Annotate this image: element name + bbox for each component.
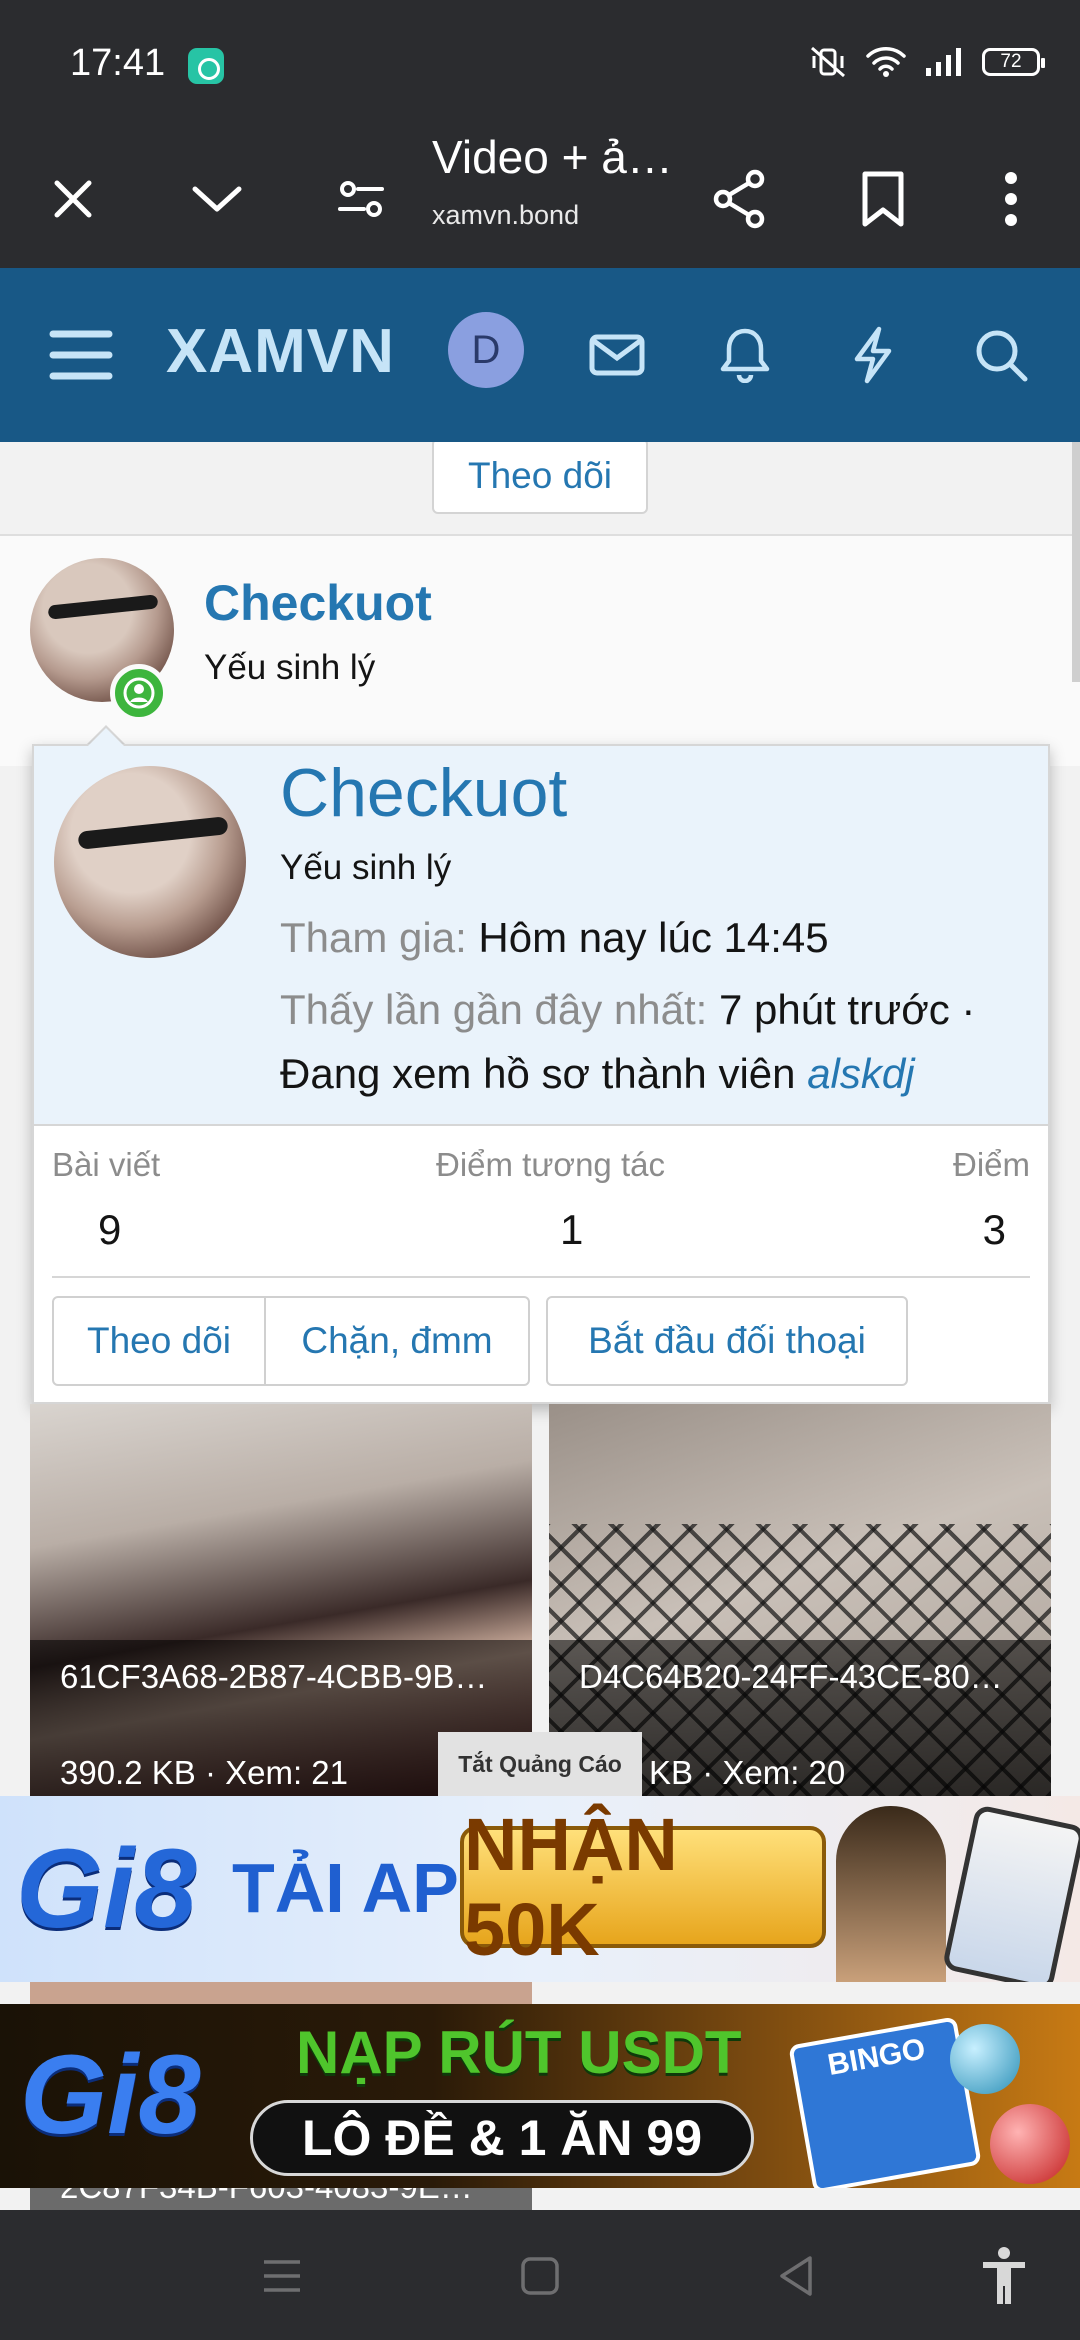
messages-button[interactable]: [574, 312, 660, 398]
user-icon: [123, 677, 155, 709]
browser-toolbar: Video + ả… xamvn.bond: [0, 130, 1080, 268]
scrollbar[interactable]: [1072, 442, 1080, 682]
notification-app-icon: [188, 48, 224, 84]
search-icon: [976, 330, 1028, 382]
vibrate-mute-icon: [811, 46, 845, 78]
more-menu-button[interactable]: [968, 156, 1054, 242]
back-button[interactable]: [764, 2244, 828, 2308]
stat-value-posts: 9: [98, 1206, 122, 1253]
whats-new-button[interactable]: [830, 312, 916, 398]
chevron-down-icon: [192, 186, 242, 212]
tooltip-avatar[interactable]: [54, 766, 246, 958]
ad-ball: [950, 2024, 1020, 2094]
recents-button[interactable]: [250, 2244, 314, 2308]
ad-text: NẠP RÚT USDT: [296, 2019, 742, 2086]
tile-filename[interactable]: 61CF3A68-2B87-4CBB-9B…: [60, 1658, 487, 1696]
site-header: XAMVN: [0, 268, 1080, 442]
tooltip-member-name[interactable]: Checkuot: [280, 754, 567, 832]
home-button[interactable]: [508, 2244, 572, 2308]
online-status-badge: [110, 664, 168, 722]
ad-pill: LÔ ĐỀ & 1 ĂN 99: [250, 2100, 754, 2176]
ad-brand-logo: Gi8: [16, 1826, 197, 1951]
bolt-icon: [854, 326, 892, 384]
follow-button[interactable]: Theo dõi: [52, 1296, 266, 1386]
ad-phone-image: [941, 1804, 1080, 1982]
last-seen-value: 7 phút trước ·: [718, 986, 976, 1033]
recents-icon: [264, 2260, 300, 2292]
member-name[interactable]: Checkuot: [204, 574, 432, 632]
media-tile-strip: 2C87F34B-F603-4083-9E…: [30, 2188, 532, 2210]
joined-value: Hôm nay lúc 14:45: [478, 914, 829, 961]
collapse-button[interactable]: [174, 156, 260, 242]
member-tooltip: Checkuot Yếu sinh lý Tham gia: Hôm nay l…: [32, 744, 1050, 1404]
media-tile-strip: [30, 1982, 532, 2004]
activity-text: Đang xem hồ sơ thành viên: [280, 1050, 796, 1097]
more-vert-icon: [1005, 172, 1017, 226]
ad-brand-logo: Gi8: [20, 2032, 201, 2157]
hamburger-icon: [49, 330, 113, 380]
last-seen-row: Thấy lần gần đây nhất: 7 phút trước ·: [280, 986, 975, 1034]
stat-value-reactions: 1: [560, 1206, 584, 1253]
page-title[interactable]: Video + ả…: [432, 130, 673, 184]
ad-ball: [990, 2104, 1070, 2184]
wifi-icon: [866, 47, 906, 77]
tune-icon: [338, 181, 384, 217]
member-title: Yếu sinh lý: [204, 648, 376, 687]
tooltip-header: Checkuot Yếu sinh lý Tham gia: Hôm nay l…: [34, 746, 1048, 1126]
joined-row: Tham gia: Hôm nay lúc 14:45: [280, 914, 829, 962]
status-icons: 72: [808, 44, 1045, 80]
block-button[interactable]: Chặn, đmm: [264, 1296, 530, 1386]
site-logo[interactable]: XAMVN: [166, 316, 395, 387]
ad-bingo-card: BINGO: [788, 2016, 982, 2188]
joined-label: Tham gia:: [280, 914, 467, 961]
activity-link[interactable]: alskdj: [807, 1050, 914, 1097]
tile-filename[interactable]: 2C87F34B-F603-4083-9E…: [60, 2188, 473, 2206]
ad-highlight: NHẬN 50K: [460, 1803, 826, 1971]
share-icon: [713, 169, 765, 229]
start-conversation-button[interactable]: Bắt đầu đối thoại: [546, 1296, 908, 1386]
ad-banner-1[interactable]: Gi8 TẢI APP NHẬN 50K: [0, 1796, 1080, 1982]
follow-button-top[interactable]: Theo dõi: [432, 442, 648, 514]
member-row: Checkuot Yếu sinh lý: [0, 536, 1080, 766]
bookmark-icon: [862, 171, 904, 227]
member-stats: Bài viết 9 Điểm tương tác 1 Điểm 3: [52, 1146, 1030, 1256]
accessibility-icon: [983, 2247, 1025, 2304]
tile-meta: 390.2 KB · Xem: 21: [60, 1754, 348, 1791]
stat-value-points: 3: [982, 1206, 1006, 1253]
status-bar: 17:41 72: [0, 0, 1080, 130]
tile-meta: KB · Xem: 20: [649, 1754, 846, 1791]
hide-ads-button[interactable]: Tắt Quảng Cáo: [438, 1732, 642, 1796]
status-time: 17:41: [70, 42, 166, 84]
share-button[interactable]: [696, 156, 782, 242]
stat-label-posts: Bài viết: [52, 1146, 161, 1183]
menu-button[interactable]: [38, 312, 124, 398]
tile-filename[interactable]: D4C64B20-24FF-43CE-80…: [579, 1658, 1003, 1696]
site-settings-button[interactable]: [318, 156, 404, 242]
back-icon: [780, 2256, 812, 2296]
battery-icon: 72: [982, 48, 1045, 76]
mail-icon: [589, 334, 645, 376]
stat-label-points: Điểm: [952, 1146, 1030, 1183]
ad-model-image: [836, 1806, 946, 1982]
ad-banner-2[interactable]: Gi8 NẠP RÚT USDT LÔ ĐỀ & 1 ĂN 99 BINGO: [0, 2004, 1080, 2188]
system-nav-bar: [0, 2210, 1080, 2340]
bell-icon: [720, 328, 770, 383]
accessibility-button[interactable]: [972, 2244, 1036, 2308]
close-icon: [54, 180, 92, 218]
bookmark-button[interactable]: [840, 156, 926, 242]
tooltip-member-title: Yếu sinh lý: [280, 848, 452, 887]
alerts-button[interactable]: [702, 312, 788, 398]
signal-icon: [926, 48, 961, 76]
home-icon: [521, 2257, 559, 2295]
tooltip-arrow-inner: [88, 728, 124, 746]
stat-label-reactions: Điểm tương tác: [436, 1146, 665, 1183]
close-tab-button[interactable]: [30, 156, 116, 242]
activity-row: Đang xem hồ sơ thành viên alskdj: [280, 1050, 915, 1098]
user-avatar[interactable]: D: [448, 312, 524, 388]
page-domain[interactable]: xamvn.bond: [432, 200, 579, 231]
last-seen-label: Thấy lần gần đây nhất:: [280, 986, 708, 1033]
divider: [52, 1276, 1030, 1278]
search-button[interactable]: [958, 312, 1044, 398]
